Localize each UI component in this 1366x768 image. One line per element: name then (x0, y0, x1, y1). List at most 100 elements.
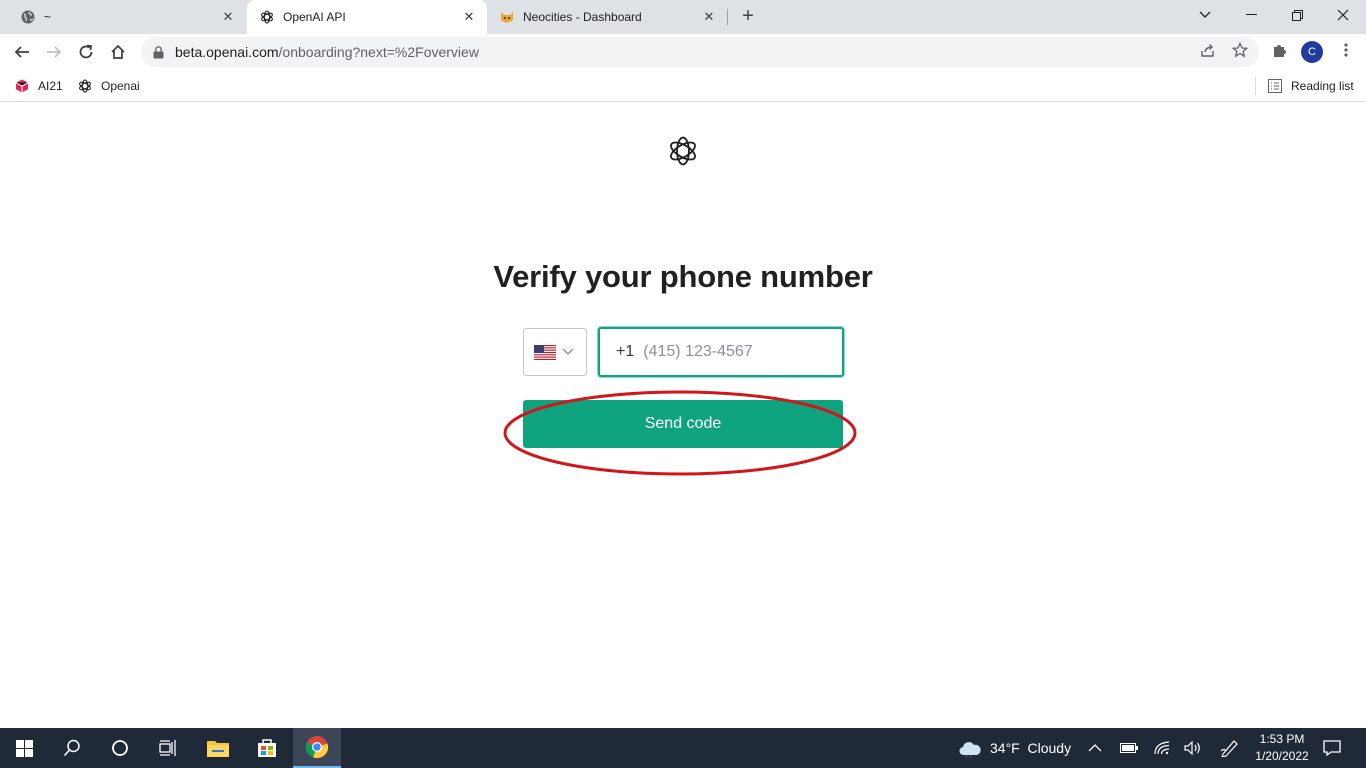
close-icon (1337, 9, 1349, 21)
network-indicator[interactable] (1154, 728, 1170, 768)
new-tab-button[interactable]: + (737, 6, 759, 28)
tab-title: Neocities - Dashboard (523, 10, 642, 24)
reload-button[interactable] (72, 38, 100, 66)
openai-icon (77, 78, 93, 94)
clock-time: 1:53 PM (1259, 732, 1305, 746)
globe-icon (20, 9, 36, 25)
phone-number-field[interactable]: +1 (598, 327, 844, 377)
tab-divider (727, 9, 728, 25)
cloudy-weather-icon (959, 742, 981, 757)
tab-neocities[interactable]: Neocities - Dashboard ✕ (487, 0, 727, 34)
reload-icon (79, 44, 93, 59)
star-icon (1232, 42, 1248, 58)
restore-button[interactable] (1274, 0, 1320, 30)
cortana-button[interactable] (96, 728, 144, 768)
tab-title: OpenAI API (283, 10, 346, 24)
chrome-taskbar-button[interactable] (293, 728, 341, 768)
reading-list-button[interactable]: Reading list (1267, 76, 1354, 96)
bookmark-label: AI21 (38, 79, 63, 93)
tab-home[interactable]: ~ ✕ (8, 0, 246, 34)
menu-button[interactable] (1337, 41, 1355, 59)
puzzle-icon (1274, 45, 1286, 57)
page-content: Verify your phone number +1 Send code (0, 103, 1366, 728)
file-explorer-button[interactable] (194, 728, 242, 768)
microsoft-store-button[interactable] (243, 728, 291, 768)
clock-date: 1/20/2022 (1255, 749, 1309, 763)
bookmark-ai21[interactable]: AI21 (14, 76, 63, 96)
dial-code: +1 (616, 343, 635, 360)
address-bar[interactable]: beta.openai.com/onboarding?next=%2Foverv… (141, 37, 1259, 67)
extensions-button[interactable] (1271, 41, 1289, 59)
windows-taskbar: 34°F Cloudy 1:53 PM 1/20/2022 (0, 728, 1366, 768)
url-path: /onboarding?next=%2Foverview (278, 44, 479, 60)
task-view-button[interactable] (144, 728, 192, 768)
windows-logo-icon (15, 739, 33, 757)
openai-icon (259, 9, 275, 25)
share-icon (1201, 44, 1214, 57)
battery-icon (1120, 743, 1138, 753)
chevron-up-icon (1088, 744, 1102, 752)
tab-openai-api[interactable]: OpenAI API ✕ (247, 0, 487, 34)
system-clock[interactable]: 1:53 PM 1/20/2022 (1246, 731, 1318, 765)
url-text: beta.openai.com/onboarding?next=%2Foverv… (175, 44, 1259, 60)
store-bag-icon (258, 739, 276, 757)
arrow-left-icon (14, 46, 29, 58)
start-button[interactable] (0, 728, 48, 768)
home-button[interactable] (104, 38, 132, 66)
folder-icon (207, 741, 229, 757)
us-flag-icon (534, 344, 556, 360)
lock-icon (153, 45, 165, 59)
neocities-cat-icon (499, 9, 515, 25)
url-host: beta.openai.com (175, 44, 279, 60)
kebab-menu-icon (1344, 43, 1348, 57)
close-tab-icon[interactable]: ✕ (461, 9, 477, 25)
search-button[interactable] (48, 728, 96, 768)
bookmark-openai[interactable]: Openai (77, 76, 140, 96)
bookmark-label: Openai (101, 79, 140, 93)
page-title: Verify your phone number (493, 259, 873, 294)
search-icon (63, 739, 80, 757)
close-tab-icon[interactable]: ✕ (220, 9, 236, 25)
tab-strip: ~ ✕ OpenAI API ✕ Neocities - Dashboard ✕… (0, 0, 1366, 34)
reading-list-label: Reading list (1291, 79, 1354, 93)
share-button[interactable] (1199, 41, 1217, 59)
profile-avatar[interactable]: C (1301, 41, 1323, 63)
minimize-icon (1245, 14, 1257, 15)
cortana-circle-icon (112, 740, 128, 756)
action-center-button[interactable] (1323, 728, 1341, 768)
bookmarks-divider (1255, 77, 1256, 95)
send-code-button[interactable]: Send code (523, 400, 843, 448)
restore-icon (1291, 9, 1303, 21)
back-button[interactable] (8, 38, 36, 66)
show-hidden-icons-button[interactable] (1088, 728, 1102, 768)
weather-text: 34°F Cloudy (990, 740, 1072, 756)
close-window-button[interactable] (1320, 0, 1366, 30)
close-tab-icon[interactable]: ✕ (701, 9, 717, 25)
volume-indicator[interactable] (1184, 728, 1202, 768)
phone-number-input[interactable] (643, 343, 834, 361)
weather-widget[interactable]: 34°F Cloudy (958, 728, 1071, 768)
tab-title: ~ (44, 10, 52, 24)
speaker-icon (1184, 741, 1200, 755)
home-icon (111, 44, 125, 59)
chevron-down-icon (562, 346, 574, 358)
wifi-icon (1154, 741, 1170, 755)
battery-indicator[interactable] (1120, 728, 1138, 768)
tab-search-button[interactable] (1182, 0, 1228, 30)
ai21-icon (14, 78, 30, 94)
forward-button[interactable] (40, 38, 68, 66)
chrome-icon (305, 736, 329, 759)
country-select[interactable] (523, 328, 587, 376)
bookmark-star-button[interactable] (1231, 41, 1249, 59)
pen-icon (1220, 740, 1238, 757)
arrow-right-icon (47, 46, 62, 58)
pen-workspace-button[interactable] (1220, 728, 1240, 768)
openai-logo-icon (666, 134, 700, 168)
notifications-icon (1323, 740, 1341, 756)
reading-list-icon (1267, 78, 1283, 94)
browser-toolbar: beta.openai.com/onboarding?next=%2Foverv… (0, 34, 1366, 70)
bookmarks-bar: AI21 Openai Reading list (0, 70, 1366, 102)
minimize-button[interactable] (1228, 0, 1274, 30)
chevron-down-icon (1199, 11, 1211, 18)
task-view-icon (159, 740, 176, 756)
